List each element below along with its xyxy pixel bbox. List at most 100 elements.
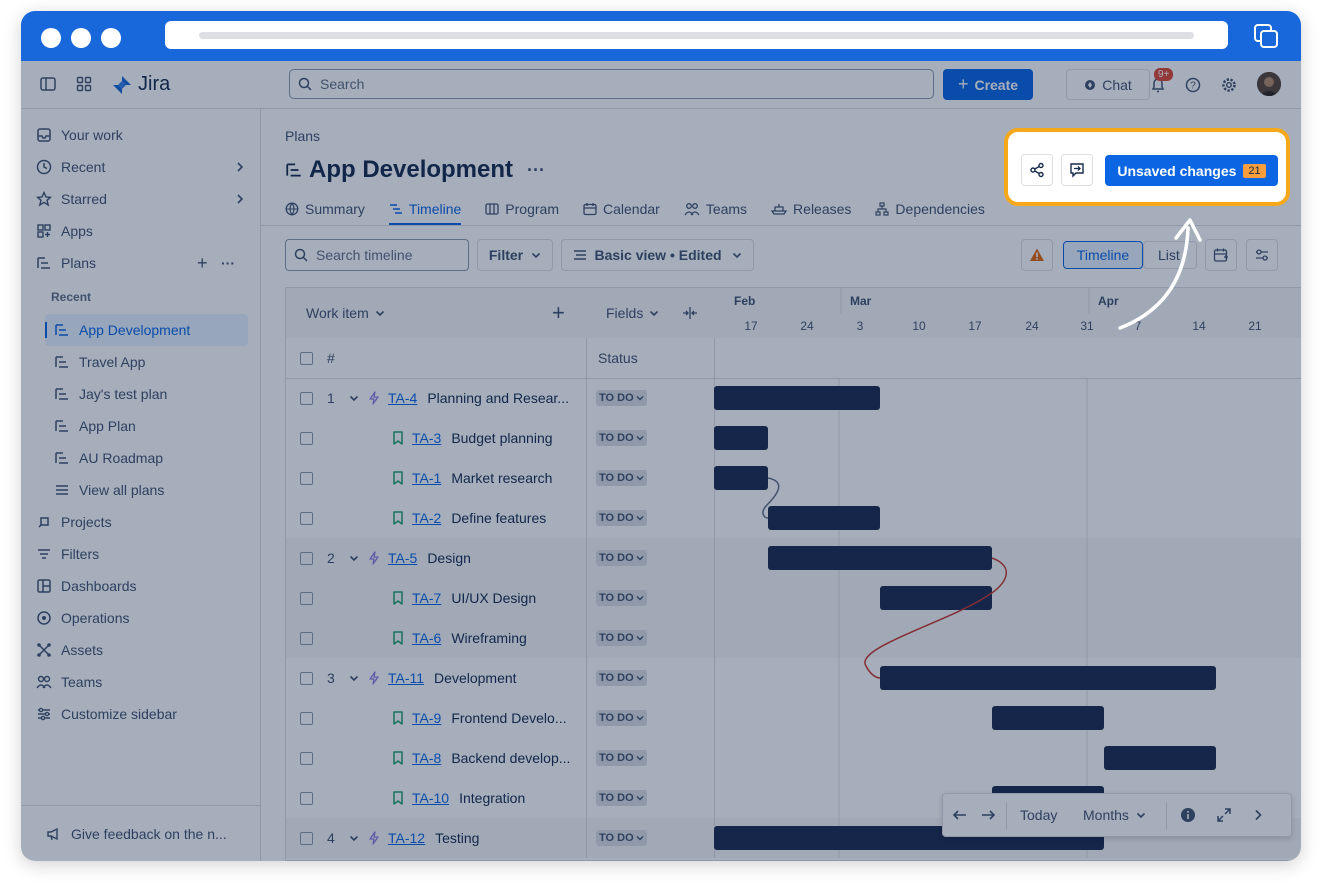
sidebar-item-plans[interactable]: Plans + ··· xyxy=(35,250,250,276)
status-lozenge[interactable]: TO DO xyxy=(596,470,647,486)
sidebar-item-customize-sidebar[interactable]: Customize sidebar xyxy=(35,701,177,727)
info-icon[interactable] xyxy=(1180,807,1196,823)
fields-column-menu[interactable]: Fields xyxy=(606,305,659,321)
work-item-summary[interactable]: Planning and Resear... xyxy=(427,390,569,406)
timeline-bar[interactable] xyxy=(1104,746,1216,770)
sidebar-view-all-plans[interactable]: View all plans xyxy=(53,477,164,503)
expand-chevron-icon[interactable] xyxy=(349,393,359,403)
row-checkbox[interactable] xyxy=(300,752,313,765)
row-checkbox[interactable] xyxy=(300,632,313,645)
tab-dependencies[interactable]: Dependencies xyxy=(875,195,985,223)
work-item-key[interactable]: TA-5 xyxy=(388,550,417,566)
help-icon[interactable]: ? xyxy=(1183,75,1203,95)
feedback-button[interactable] xyxy=(1061,154,1093,186)
row-checkbox[interactable] xyxy=(300,512,313,525)
work-item-summary[interactable]: Market research xyxy=(451,470,552,486)
row-checkbox[interactable] xyxy=(300,472,313,485)
work-item-key[interactable]: TA-3 xyxy=(412,430,441,446)
status-lozenge[interactable]: TO DO xyxy=(596,510,647,526)
global-search-input[interactable]: Search xyxy=(289,69,934,99)
sidebar-item-apps[interactable]: Apps xyxy=(35,218,93,244)
timeline-bar[interactable] xyxy=(880,586,992,610)
status-lozenge[interactable]: TO DO xyxy=(596,550,647,566)
status-lozenge[interactable]: TO DO xyxy=(596,630,647,646)
sidebar-item-starred[interactable]: Starred xyxy=(35,186,250,212)
timeline-bar[interactable] xyxy=(880,666,1216,690)
timeline-bar[interactable] xyxy=(714,466,768,490)
status-lozenge[interactable]: TO DO xyxy=(596,430,647,446)
filter-button[interactable]: Filter xyxy=(477,239,553,271)
give-feedback-link[interactable]: Give feedback on the n... xyxy=(45,821,227,847)
breadcrumb[interactable]: Plans xyxy=(285,128,320,144)
sidebar-item-recent[interactable]: Recent xyxy=(35,154,250,180)
sidebar-item-assets[interactable]: Assets xyxy=(35,637,103,663)
today-button[interactable]: Today xyxy=(1020,807,1057,823)
create-button[interactable]: + Create xyxy=(943,69,1033,100)
work-item-key[interactable]: TA-12 xyxy=(388,830,425,846)
work-item-summary[interactable]: UI/UX Design xyxy=(451,590,536,606)
warnings-button[interactable] xyxy=(1021,239,1053,271)
tab-timeline[interactable]: Timeline xyxy=(388,195,462,225)
sidebar-plan-au-roadmap[interactable]: AU Roadmap xyxy=(53,445,163,471)
chat-button[interactable]: Chat xyxy=(1066,69,1150,100)
timeline-bar[interactable] xyxy=(714,426,768,450)
work-item-key[interactable]: TA-4 xyxy=(388,390,417,406)
expand-icon[interactable] xyxy=(1216,807,1232,823)
page-more-icon[interactable]: ··· xyxy=(527,160,545,181)
address-bar[interactable] xyxy=(165,21,1228,49)
status-lozenge[interactable]: TO DO xyxy=(596,670,647,686)
work-item-key[interactable]: TA-7 xyxy=(412,590,441,606)
sidebar-plan-jays-test-plan[interactable]: Jay's test plan xyxy=(53,381,167,407)
arrow-left-icon[interactable] xyxy=(952,807,968,823)
tab-calendar[interactable]: Calendar xyxy=(583,195,660,223)
collapse-fields-icon[interactable] xyxy=(682,306,698,320)
jira-logo[interactable]: Jira xyxy=(112,73,170,96)
row-checkbox[interactable] xyxy=(300,712,313,725)
work-item-key[interactable]: TA-6 xyxy=(412,630,441,646)
share-button[interactable] xyxy=(1021,154,1053,186)
chevron-right-icon[interactable] xyxy=(1252,809,1264,821)
status-lozenge[interactable]: TO DO xyxy=(596,790,647,806)
dependency-line-conflict[interactable] xyxy=(864,557,1008,679)
status-lozenge[interactable]: TO DO xyxy=(596,750,647,766)
tab-program[interactable]: Program xyxy=(485,195,559,223)
search-timeline-input[interactable]: Search timeline xyxy=(285,239,469,271)
view-options-button[interactable] xyxy=(1246,239,1278,271)
row-checkbox[interactable] xyxy=(300,792,313,805)
window-maximize-dot[interactable] xyxy=(101,28,121,48)
work-item-summary[interactable]: Design xyxy=(427,550,471,566)
sidebar-item-dashboards[interactable]: Dashboards xyxy=(35,573,137,599)
row-checkbox[interactable] xyxy=(300,432,313,445)
add-work-item-plus-icon[interactable]: + xyxy=(552,300,565,326)
status-lozenge[interactable]: TO DO xyxy=(596,710,647,726)
timeline-bar[interactable] xyxy=(768,506,880,530)
row-checkbox[interactable] xyxy=(300,672,313,685)
work-item-summary[interactable]: Integration xyxy=(459,790,525,806)
work-item-summary[interactable]: Wireframing xyxy=(451,630,526,646)
work-item-key[interactable]: TA-1 xyxy=(412,470,441,486)
work-item-summary[interactable]: Frontend Develo... xyxy=(451,710,566,726)
work-item-summary[interactable]: Testing xyxy=(435,830,479,846)
work-item-key[interactable]: TA-2 xyxy=(412,510,441,526)
row-checkbox[interactable] xyxy=(300,592,313,605)
timeline-bar[interactable] xyxy=(768,546,992,570)
tab-summary[interactable]: Summary xyxy=(285,195,365,223)
settings-gear-icon[interactable] xyxy=(1219,75,1239,95)
work-item-key[interactable]: TA-9 xyxy=(412,710,441,726)
tab-releases[interactable]: Releases xyxy=(771,195,851,223)
plans-more-icon[interactable]: ··· xyxy=(221,255,235,271)
expand-chevron-icon[interactable] xyxy=(349,833,359,843)
arrow-right-icon[interactable] xyxy=(980,807,996,823)
select-all-checkbox[interactable] xyxy=(300,352,313,365)
row-checkbox[interactable] xyxy=(300,392,313,405)
work-item-key[interactable]: TA-10 xyxy=(412,790,449,806)
work-item-key[interactable]: TA-11 xyxy=(388,670,424,686)
status-lozenge[interactable]: TO DO xyxy=(596,390,647,406)
expand-chevron-icon[interactable] xyxy=(349,673,359,683)
sidebar-item-operations[interactable]: Operations xyxy=(35,605,129,631)
work-item-key[interactable]: TA-8 xyxy=(412,750,441,766)
work-item-column-menu[interactable]: Work item xyxy=(306,305,385,321)
tab-teams[interactable]: Teams xyxy=(684,195,747,223)
copy-window-icon[interactable] xyxy=(1253,23,1279,49)
sidebar-item-your-work[interactable]: Your work xyxy=(35,122,123,148)
